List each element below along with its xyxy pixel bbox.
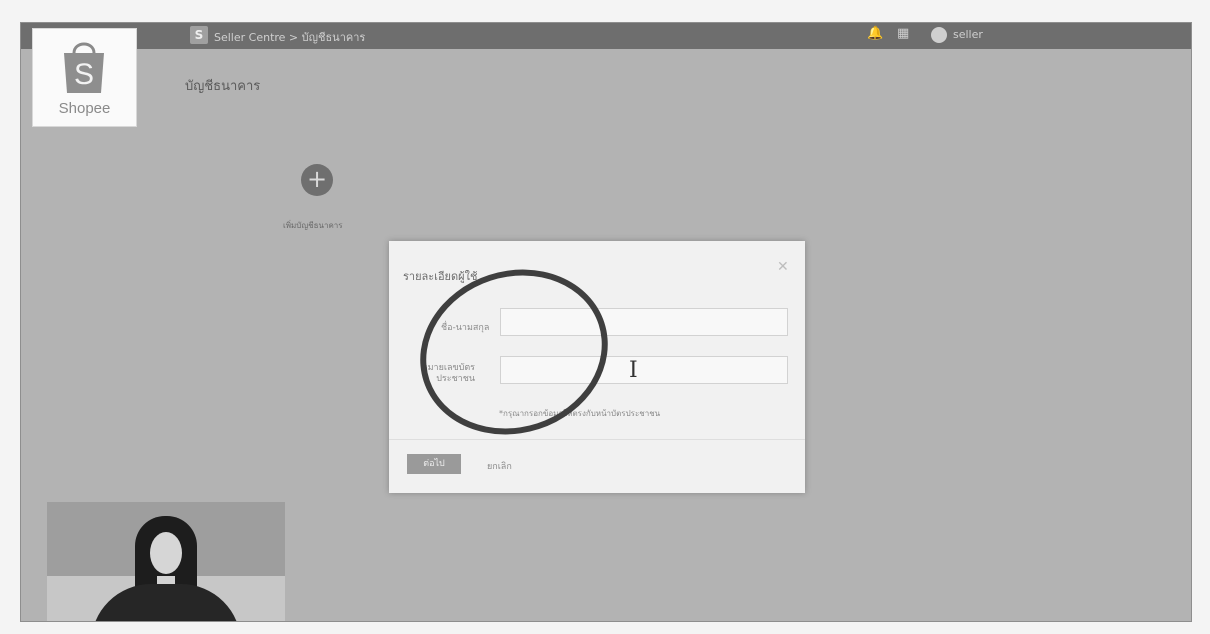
next-button[interactable]: ต่อไป bbox=[407, 454, 461, 474]
seller-centre-icon[interactable]: S bbox=[190, 26, 208, 44]
top-navbar: S Seller Centre > บัญชีธนาคาร 🔔 ▦ seller bbox=[21, 23, 1191, 49]
screen-recording-frame: S Seller Centre > บัญชีธนาคาร 🔔 ▦ seller… bbox=[20, 22, 1192, 622]
logo-text: Shopee bbox=[58, 100, 111, 117]
apps-grid-icon[interactable]: ▦ bbox=[897, 26, 909, 41]
page-title: บัญชีธนาคาร bbox=[185, 79, 261, 94]
breadcrumb: Seller Centre > บัญชีธนาคาร bbox=[214, 31, 366, 44]
shopee-bag-icon: S bbox=[64, 42, 104, 93]
add-bank-account-button[interactable]: + bbox=[301, 164, 333, 196]
text-cursor-icon: I bbox=[629, 358, 638, 383]
username[interactable]: seller bbox=[953, 28, 983, 41]
cancel-button[interactable]: ยกเลิก bbox=[487, 459, 512, 473]
shopee-logo: S Shopee bbox=[32, 28, 137, 127]
close-icon[interactable]: ✕ bbox=[777, 259, 789, 275]
add-bank-account-label: เพิ่มบัญชีธนาคาร bbox=[283, 221, 343, 230]
avatar[interactable] bbox=[931, 27, 947, 43]
modal-title: รายละเอียดผู้ใช้ bbox=[403, 270, 478, 283]
divider bbox=[389, 439, 805, 440]
presenter-webcam bbox=[47, 502, 285, 621]
svg-text:S: S bbox=[74, 58, 94, 91]
bell-icon[interactable]: 🔔 bbox=[867, 26, 883, 41]
presenter-face bbox=[150, 532, 182, 574]
presenter-body bbox=[91, 584, 241, 621]
